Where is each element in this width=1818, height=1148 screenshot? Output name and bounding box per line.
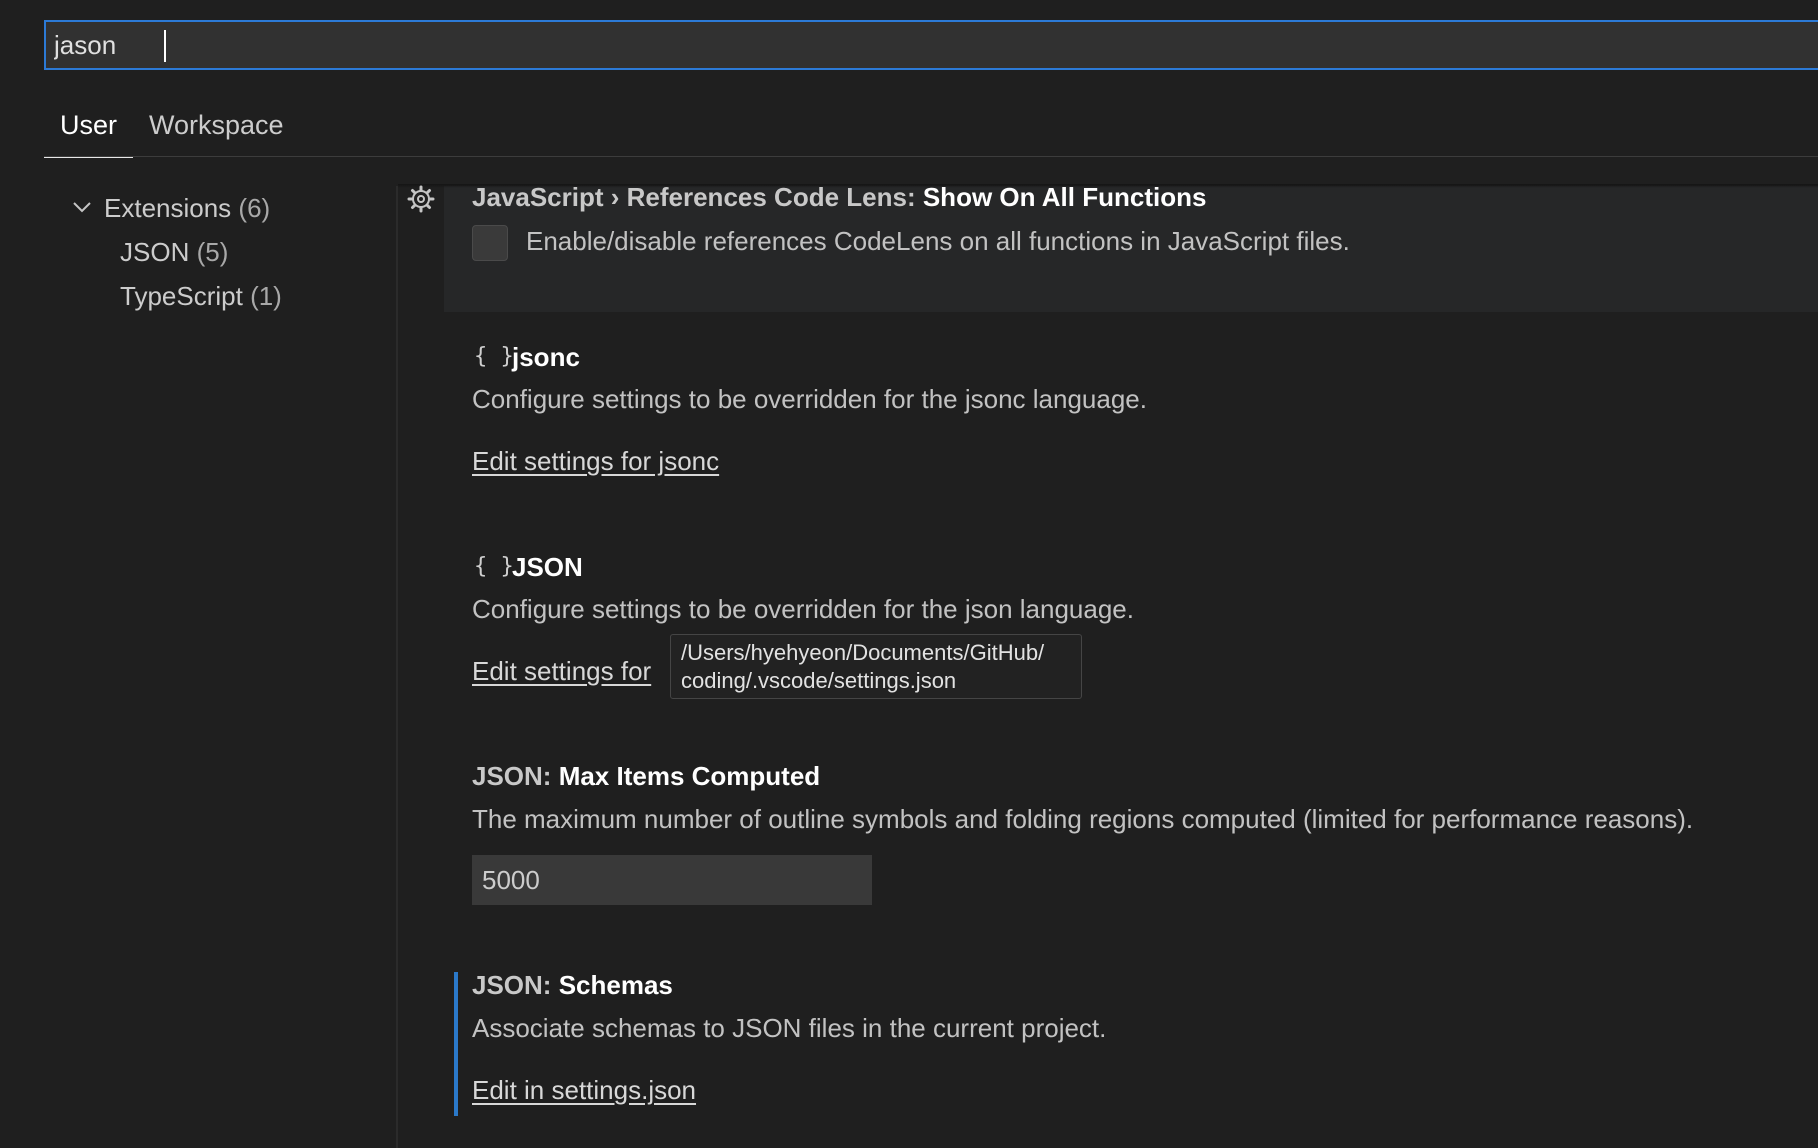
path-tooltip: /Users/hyehyeon/Documents/GitHub/ coding… xyxy=(670,634,1082,699)
edit-in-settings-json-link[interactable]: Edit in settings.json xyxy=(472,1075,696,1106)
tab-workspace[interactable]: Workspace xyxy=(133,100,300,158)
setting-name: Schemas xyxy=(558,970,673,1000)
toc-item-extensions[interactable]: Extensions (6) xyxy=(0,186,396,230)
setting-title-max-items: JSON: Max Items Computed xyxy=(472,761,820,792)
setting-category: JSON: xyxy=(472,970,559,1000)
setting-name: Max Items Computed xyxy=(558,761,821,791)
toc-item-json[interactable]: JSON (5) xyxy=(0,230,396,274)
tabs-divider xyxy=(44,156,1818,157)
braces-icon: { } xyxy=(474,554,514,579)
tooltip-line: /Users/hyehyeon/Documents/GitHub/ xyxy=(681,640,1045,665)
toc-item-label: JSON xyxy=(120,237,190,267)
setting-description: Associate schemas to JSON files in the c… xyxy=(472,1013,1107,1043)
setting-description: The maximum number of outline symbols an… xyxy=(472,804,1694,834)
toc-item-label: TypeScript xyxy=(120,281,243,311)
settings-toc: Extensions (6) JSON (5) TypeScript (1) xyxy=(0,186,396,318)
settings-editor: User Workspace Extensions (6) JSON (5) T… xyxy=(0,0,1818,1148)
setting-category: JSON: xyxy=(472,761,559,791)
setting-title-schemas: JSON: Schemas xyxy=(472,970,673,1001)
setting-name: Show On All Functions xyxy=(922,182,1207,212)
braces-icon: { } xyxy=(474,344,514,369)
toc-item-count: (6) xyxy=(238,193,271,223)
setting-description: Configure settings to be overridden for … xyxy=(472,384,1147,414)
toc-item-count: (1) xyxy=(250,281,282,311)
setting-description: Configure settings to be overridden for … xyxy=(472,594,1134,624)
text-cursor xyxy=(164,30,166,62)
show-on-all-functions-checkbox[interactable] xyxy=(472,225,508,261)
settings-search-input[interactable] xyxy=(54,22,1794,68)
tooltip-line: coding/.vscode/settings.json xyxy=(681,668,957,693)
setting-title-references-code-lens: JavaScript › References Code Lens: Show … xyxy=(472,182,1206,213)
edit-settings-json-link[interactable]: Edit settings for xyxy=(472,656,651,687)
settings-search-box[interactable] xyxy=(44,20,1818,70)
toc-item-label: Extensions xyxy=(104,193,232,223)
setting-category: JavaScript › References Code Lens: xyxy=(472,182,923,212)
chevron-down-icon[interactable] xyxy=(70,186,94,230)
edit-settings-jsonc-link[interactable]: Edit settings for jsonc xyxy=(472,446,719,477)
tab-user[interactable]: User xyxy=(44,100,134,158)
setting-title-json: JSON xyxy=(512,552,583,582)
max-items-input[interactable] xyxy=(472,855,872,905)
gear-icon[interactable] xyxy=(406,184,436,214)
toc-item-typescript[interactable]: TypeScript (1) xyxy=(0,274,396,318)
setting-title-jsonc: jsonc xyxy=(512,342,580,372)
toc-item-count: (5) xyxy=(196,237,229,267)
modified-indicator xyxy=(454,972,458,1116)
settings-scope-tabs: User Workspace xyxy=(44,100,300,158)
setting-description: Enable/disable references CodeLens on al… xyxy=(526,226,1350,256)
sidebar-divider xyxy=(396,186,398,1148)
